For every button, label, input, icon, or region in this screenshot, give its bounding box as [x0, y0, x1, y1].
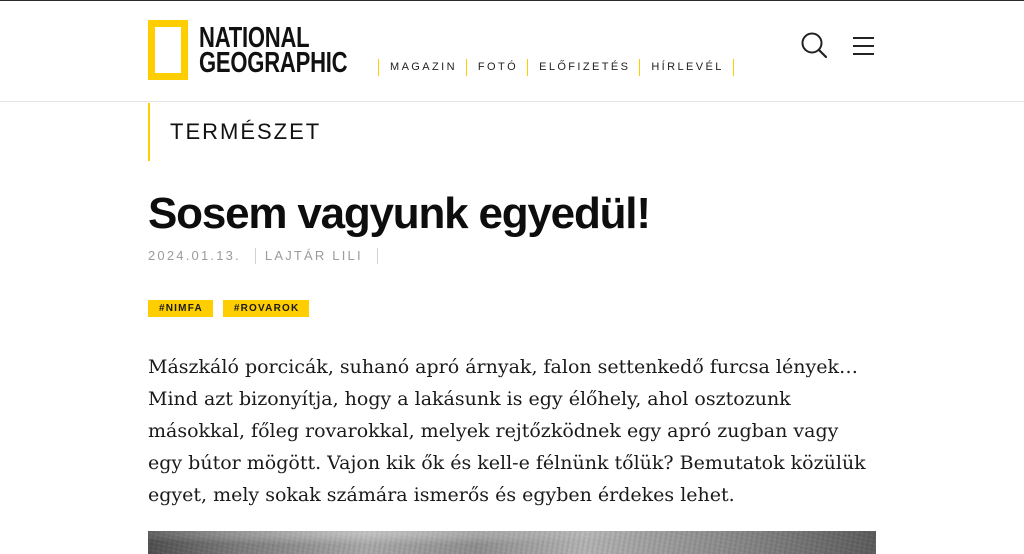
tag-nimfa[interactable]: #NIMFA: [148, 300, 213, 317]
nav-item-elofizetes[interactable]: ELŐFIZETÉS: [527, 59, 639, 76]
logo-yellow-frame-icon: [148, 20, 188, 80]
article-hero-image: [148, 531, 876, 554]
main-nav: MAGAZIN FOTÓ ELŐFIZETÉS HÍRLEVÉL: [378, 59, 734, 76]
logo-wordmark: NATIONAL GEOGRAPHIC: [199, 24, 394, 79]
menu-bar-top: [853, 37, 874, 39]
tag-rovarok[interactable]: #ROVAROK: [222, 300, 310, 317]
nav-item-magazin[interactable]: MAGAZIN: [378, 59, 466, 76]
menu-button[interactable]: [850, 33, 877, 57]
article-lead-paragraph: Mászkáló porcicák, suhanó apró árnyak, f…: [148, 356, 866, 506]
nav-item-hirlevel[interactable]: HÍRLEVÉL: [639, 59, 734, 76]
menu-bar-middle: [853, 45, 874, 47]
search-icon: [801, 32, 828, 59]
site-header: NATIONAL GEOGRAPHIC MAGAZIN FOTÓ ELŐFIZE…: [0, 0, 1024, 102]
article-meta: 2024.01.13. LAJTÁR LILI: [148, 247, 378, 264]
search-button[interactable]: [800, 31, 828, 59]
national-geographic-logo[interactable]: NATIONAL GEOGRAPHIC: [148, 20, 358, 80]
nav-item-foto[interactable]: FOTÓ: [465, 59, 527, 76]
article-author-link[interactable]: LAJTÁR LILI: [265, 248, 363, 263]
menu-bar-bottom: [853, 53, 874, 55]
article-tags: #NIMFA #ROVAROK: [148, 300, 310, 317]
article-title: Sosem vagyunk egyedül!: [148, 189, 651, 238]
meta-divider: [376, 247, 378, 264]
top-border-line: [0, 0, 1024, 1]
article-date: 2024.01.13.: [148, 248, 241, 263]
logo-line-2: GEOGRAPHIC: [199, 47, 348, 79]
hamburger-menu-icon: [850, 33, 877, 57]
article-category-link[interactable]: TERMÉSZET: [148, 103, 321, 161]
meta-divider: [254, 247, 256, 264]
